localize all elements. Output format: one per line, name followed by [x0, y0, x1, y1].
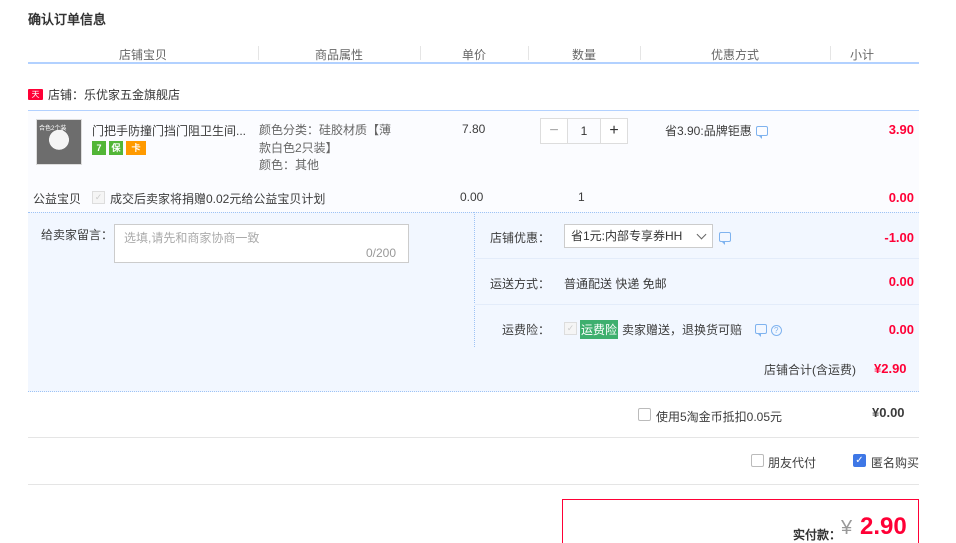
column-header-shop-item: 店铺宝贝 [118, 48, 167, 62]
page-title: 确认订单信息 [28, 12, 107, 27]
discount-text: 省3.90:品牌钜惠 [665, 124, 752, 138]
item-subtotal: 3.90 [888, 122, 914, 137]
unit-price: 7.80 [462, 122, 486, 136]
column-header-discount: 优惠方式 [710, 48, 759, 62]
shop-coupon-value: 省1元:内部专享券HH [571, 229, 683, 243]
friend-pay-checkbox[interactable] [751, 454, 764, 467]
row-divider [474, 258, 919, 259]
product-thumbnail[interactable]: 合色2个装 [36, 119, 82, 165]
chat-icon[interactable] [755, 125, 768, 139]
column-header-quantity: 数量 [571, 48, 596, 62]
column-header-price: 单价 [461, 48, 486, 62]
guarantee-icon[interactable]: 保 [109, 141, 123, 155]
charity-checkbox: ✓ [92, 191, 105, 204]
table-header: 店铺宝贝 商品属性 单价 数量 优惠方式 小计 [28, 40, 919, 64]
payment-label: 实付款： [793, 528, 842, 542]
insurance-description: 卖家赠送，退换货可赔 [622, 323, 743, 337]
taobao-coins-text: 使用5淘金币抵扣0.05元 [656, 410, 783, 424]
row-divider [474, 304, 919, 305]
column-header-attributes: 商品属性 [314, 48, 363, 62]
shipping-label: 运送方式： [490, 277, 551, 291]
taobao-coins-checkbox[interactable] [638, 408, 651, 421]
insurance-label: 运费险： [502, 323, 551, 337]
service-badges: 7 保 卡 [92, 141, 146, 155]
insurance-text: 卖家赠送，退换货可赔 ? [622, 321, 782, 338]
product-title-link[interactable]: 门把手防撞门挡门阻卫生间... [92, 122, 252, 139]
shipping-amount: 0.00 [888, 274, 914, 289]
seven-day-return-icon[interactable]: 7 [92, 141, 106, 155]
payment-currency: ¥ [841, 517, 853, 539]
chat-icon[interactable] [719, 232, 731, 245]
quantity-input[interactable]: 1 [568, 118, 600, 144]
seller-message-placeholder: 选填,请先和商家协商一致 [124, 231, 260, 245]
discount-info: 省3.90:品牌钜惠 [665, 122, 768, 139]
message-char-count: 0/200 [366, 246, 397, 260]
chat-icon[interactable] [755, 324, 768, 337]
friend-pay-label: 朋友代付 [768, 456, 817, 470]
thumbnail-caption: 合色2个装 [39, 126, 67, 132]
charity-price: 0.00 [460, 190, 484, 204]
chevron-down-icon [696, 229, 707, 240]
shop-header: 天猫 店铺：乐优家五金旗舰店 [28, 86, 180, 110]
quantity-stepper: − 1 + [540, 118, 628, 144]
insurance-checkbox: ✓ [564, 322, 577, 335]
charity-subtotal: 0.00 [888, 190, 914, 205]
shipping-method: 普通配送 快递 免邮 [564, 277, 667, 291]
credit-card-icon[interactable]: 卡 [126, 141, 146, 155]
insurance-amount: 0.00 [888, 322, 914, 337]
product-attribute-color: 颜色分类：硅胶材质【薄款白色2只装】 [259, 123, 392, 155]
taobao-coins-value: ¥0.00 [872, 405, 905, 420]
anonymous-purchase-checkbox[interactable]: ✓ [853, 454, 866, 467]
anonymous-purchase-label: 匿名购买 [871, 456, 920, 470]
quantity-decrease-button[interactable]: − [540, 118, 568, 144]
product-attribute-other: 颜色：其他 [259, 158, 320, 172]
seller-message-label: 给卖家留言： [41, 228, 114, 242]
divider [28, 484, 919, 485]
shop-total-label: 店铺合计(含运费) [764, 363, 856, 377]
charity-text: 成交后卖家将捐赠0.02元给公益宝贝计划 [110, 192, 326, 206]
shop-name-link[interactable]: 店铺：乐优家五金旗舰店 [48, 86, 180, 103]
tmall-icon: 天猫 [28, 89, 43, 110]
charity-label: 公益宝贝 [33, 192, 82, 206]
shop-discount-label: 店铺优惠： [490, 231, 551, 245]
help-icon[interactable]: ? [770, 325, 782, 337]
shop-total-value: ¥2.90 [874, 361, 907, 376]
insurance-tag: 运费险 [580, 320, 619, 339]
charity-quantity: 1 [578, 190, 585, 204]
column-header-subtotal: 小计 [849, 48, 874, 62]
payment-amount: 2.90 [860, 513, 907, 540]
shop-discount-amount: -1.00 [884, 230, 914, 245]
shop-coupon-select[interactable]: 省1元:内部专享券HH [564, 224, 713, 248]
quantity-increase-button[interactable]: + [600, 118, 628, 144]
divider [28, 437, 919, 438]
